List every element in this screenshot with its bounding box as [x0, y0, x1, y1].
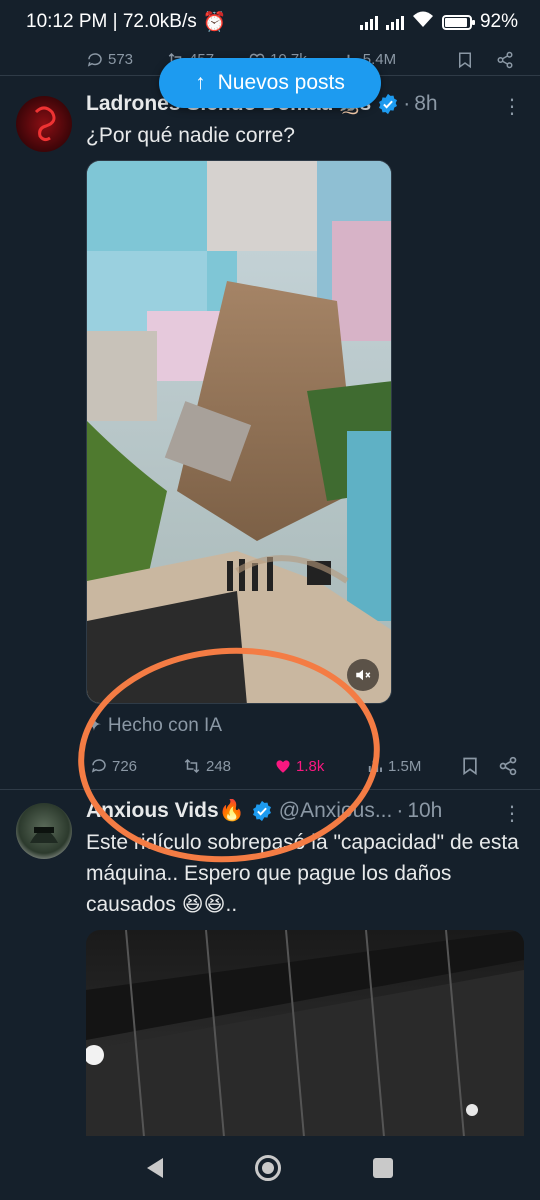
post-video[interactable]	[86, 930, 524, 1136]
speaker-muted-icon	[356, 669, 371, 681]
arrow-up-icon: ↑	[195, 71, 206, 94]
status-bar: 10:12 PM | 72.0kB/s ⏰ 92%	[0, 0, 540, 44]
sparkle-icon: ✦	[86, 715, 102, 736]
system-nav-bar	[0, 1136, 540, 1200]
wifi-icon	[412, 10, 434, 34]
repost-icon	[184, 758, 200, 774]
like-count: 1.8k	[296, 757, 325, 775]
repost-count: 248	[206, 757, 232, 775]
reply-icon	[87, 52, 102, 67]
more-options-icon[interactable]: ⋮	[502, 801, 522, 826]
reply-button[interactable]: 573	[86, 51, 133, 69]
new-posts-label: Nuevos posts	[217, 71, 345, 94]
post-2[interactable]: Anxious Vids🔥 @Anxious... · 10h ⋮ Este r…	[0, 791, 540, 1136]
heart-filled-icon	[276, 760, 290, 773]
post-time[interactable]: 8h	[414, 92, 437, 116]
battery-percent: 92%	[479, 11, 518, 32]
post-video[interactable]	[86, 160, 392, 704]
avatar[interactable]	[16, 803, 72, 859]
verified-icon	[251, 800, 273, 822]
signal-icon-2	[385, 14, 404, 30]
verified-icon	[377, 93, 399, 115]
reply-count: 573	[108, 51, 134, 68]
reply-icon	[91, 759, 106, 773]
ai-label-text: Hecho con IA	[107, 714, 222, 736]
bookmark-icon[interactable]	[460, 756, 480, 776]
separator-dot: ·	[396, 799, 404, 822]
post-1[interactable]: Ladrones Siendo Domad🐀s · 8h ⋮ ¿Por qué …	[0, 80, 540, 790]
share-icon[interactable]	[496, 51, 514, 69]
home-icon[interactable]	[255, 1155, 281, 1181]
views-button[interactable]: 1.5M	[366, 757, 458, 775]
back-icon[interactable]	[147, 1158, 163, 1178]
post-actions: 726 248 1.8k 1.5M	[90, 752, 518, 780]
views-icon	[368, 760, 382, 772]
repost-button[interactable]: 248	[182, 757, 274, 775]
post-header: Anxious Vids🔥 @Anxious... · 10h	[86, 799, 520, 823]
like-button[interactable]: 1.8k	[274, 757, 366, 775]
signal-icon	[359, 14, 378, 30]
ai-label[interactable]: ✦ Hecho con IA	[86, 714, 222, 737]
new-posts-button[interactable]: ↑ Nuevos posts	[159, 58, 381, 108]
mute-button[interactable]	[347, 659, 379, 691]
reply-count: 726	[112, 757, 138, 775]
reply-button[interactable]: 726	[90, 757, 182, 775]
alarm-icon: ⏰	[202, 12, 227, 33]
share-icon[interactable]	[498, 756, 518, 776]
views-count: 1.5M	[388, 757, 422, 775]
separator-dot: ·	[403, 92, 411, 115]
avatar[interactable]	[16, 96, 72, 152]
more-options-icon[interactable]: ⋮	[502, 94, 522, 119]
author-handle[interactable]: @Anxious...	[279, 799, 393, 823]
bookmark-icon[interactable]	[456, 51, 474, 69]
post-text: ¿Por qué nadie corre?	[86, 124, 295, 147]
post-time[interactable]: 10h	[407, 799, 442, 823]
author-name[interactable]: Anxious Vids🔥	[86, 799, 245, 823]
recent-apps-icon[interactable]	[373, 1158, 393, 1178]
status-time-speed: 10:12 PM | 72.0kB/s	[26, 11, 197, 32]
video-thumbnail	[86, 930, 524, 1136]
video-thumbnail	[87, 161, 391, 703]
battery-icon	[441, 14, 475, 30]
post-text: Este ridículo sobrepasó la "capacidad" d…	[86, 831, 519, 916]
